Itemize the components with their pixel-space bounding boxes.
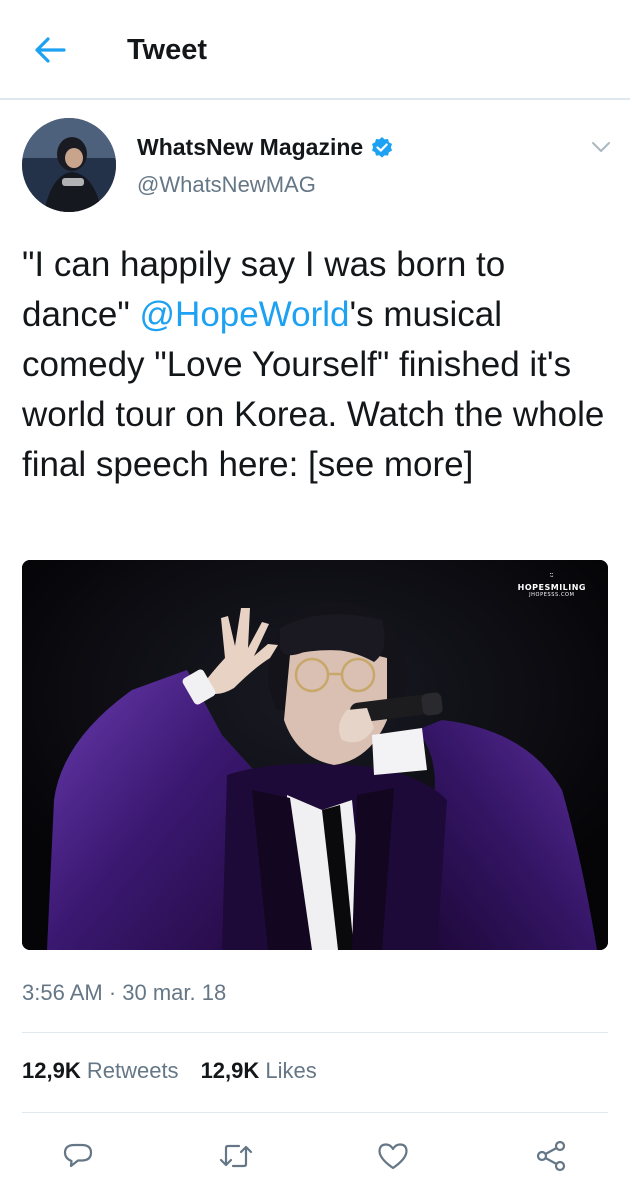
share-button[interactable]	[531, 1136, 571, 1176]
author-name[interactable]: WhatsNew Magazine	[137, 134, 394, 161]
divider	[22, 1032, 608, 1033]
likes-label: Likes	[265, 1058, 317, 1083]
avatar-photo	[22, 118, 116, 212]
retweets-label: Retweets	[86, 1058, 179, 1083]
reply-button[interactable]	[58, 1136, 98, 1176]
watermark-subtitle: JHOPESSS.COM	[529, 592, 575, 598]
top-bar: Tweet	[0, 0, 630, 100]
watermark-smile: ᵕ̈	[549, 573, 554, 583]
divider	[22, 1112, 608, 1113]
reply-icon	[63, 1143, 93, 1168]
concert-photo	[22, 560, 608, 950]
watermark-title: HOPESMILING	[517, 583, 586, 592]
share-icon	[536, 1140, 566, 1172]
back-button[interactable]	[26, 30, 74, 70]
avatar[interactable]	[22, 118, 116, 212]
like-button[interactable]	[373, 1136, 413, 1176]
like-icon	[378, 1143, 408, 1170]
tweet-timestamp: 3:56 AM · 30 mar. 18	[22, 980, 227, 1005]
author-handle[interactable]: @WhatsNewMAG	[137, 172, 316, 198]
tweet-stats: 12,9K Retweets 12,9K Likes	[22, 1058, 317, 1084]
arrow-left-icon	[35, 37, 66, 63]
mention-link[interactable]: @HopeWorld	[140, 295, 350, 334]
retweets-stat[interactable]: 12,9K Retweets	[22, 1058, 179, 1084]
tweet-image[interactable]: ᵕ̈ HOPESMILING JHOPESSS.COM	[22, 560, 608, 950]
likes-stat[interactable]: 12,9K Likes	[201, 1058, 317, 1084]
page-title: Tweet	[127, 34, 208, 66]
chevron-down-icon	[592, 142, 610, 152]
likes-count: 12,9K	[200, 1058, 260, 1083]
author-name-text: WhatsNew Magazine	[137, 134, 364, 160]
tweet-text: "I can happily say I was born to dance" …	[22, 240, 618, 490]
retweet-button[interactable]	[216, 1136, 256, 1176]
retweets-count: 12,9K	[22, 1058, 81, 1083]
verified-badge-icon	[372, 136, 393, 158]
more-options-button[interactable]	[586, 132, 616, 162]
watermark: ᵕ̈ HOPESMILING JHOPESSS.COM	[518, 573, 586, 598]
action-bar	[0, 1132, 630, 1178]
retweet-icon	[219, 1144, 253, 1168]
